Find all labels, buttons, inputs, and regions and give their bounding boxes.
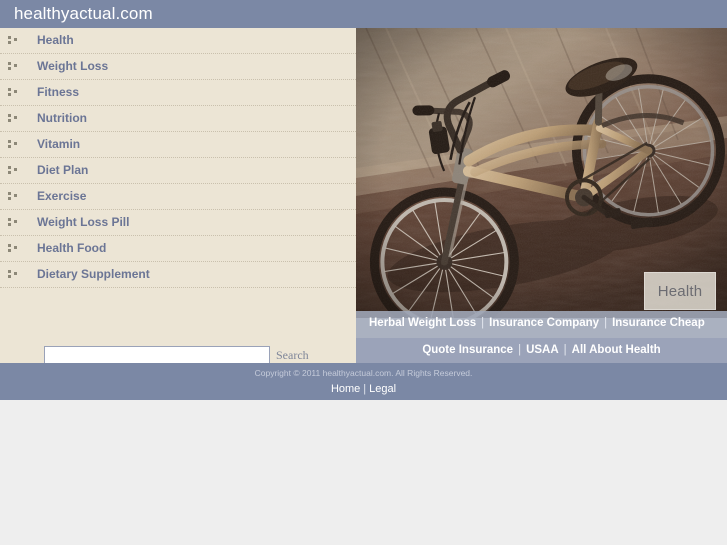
bullet-squares-icon bbox=[8, 88, 19, 97]
sidebar: Health Weight Loss Fitness Nutrition Vitamin… bbox=[0, 28, 356, 365]
sidebar-item-fitness[interactable]: Fitness bbox=[0, 80, 356, 106]
page-background-bottom bbox=[0, 400, 727, 545]
sidebar-item-label: Weight Loss bbox=[37, 59, 109, 73]
sidebar-nav-list: Health Weight Loss Fitness Nutrition Vitamin… bbox=[0, 28, 356, 288]
sidebar-item-dietary-supplement[interactable]: Dietary Supplement bbox=[0, 262, 356, 288]
bullet-squares-icon bbox=[8, 36, 19, 45]
sidebar-item-vitamin[interactable]: Vitamin bbox=[0, 132, 356, 158]
linkbar-bottom-links: Quote Insurance | USAA | All About Health bbox=[356, 344, 727, 356]
linkbar-bottom: Quote Insurance | USAA | All About Health bbox=[356, 338, 727, 363]
sidebar-item-diet-plan[interactable]: Diet Plan bbox=[0, 158, 356, 184]
sidebar-item-label: Dietary Supplement bbox=[37, 267, 150, 281]
footer-links: Home | Legal bbox=[0, 383, 727, 395]
photo-badge-label: Health bbox=[657, 283, 703, 300]
linkbar-top-separator: | bbox=[604, 317, 608, 329]
bullet-squares-icon bbox=[8, 140, 19, 149]
bullet-squares-icon bbox=[8, 244, 19, 253]
bullet-squares-icon bbox=[8, 114, 19, 123]
footer-link-home[interactable]: Home bbox=[331, 383, 360, 395]
footer-separator: | bbox=[363, 383, 367, 395]
sidebar-item-health[interactable]: Health bbox=[0, 28, 356, 54]
sidebar-search-row: Search bbox=[0, 316, 356, 365]
search-button[interactable]: Search bbox=[276, 348, 309, 363]
sidebar-item-exercise[interactable]: Exercise bbox=[0, 184, 356, 210]
linkbar-top-link-herbal-weight-loss[interactable]: Herbal Weight Loss bbox=[369, 317, 476, 329]
bullet-squares-icon bbox=[8, 166, 19, 175]
linkbar-top-separator: | bbox=[481, 317, 485, 329]
sidebar-item-nutrition[interactable]: Nutrition bbox=[0, 106, 356, 132]
sidebar-item-label: Exercise bbox=[37, 189, 87, 203]
sidebar-item-label: Health Food bbox=[37, 241, 107, 255]
photo-badge: Health bbox=[644, 272, 716, 310]
bullet-squares-icon bbox=[8, 192, 19, 201]
linkbar-top-links: Herbal Weight Loss | Insurance Company | Ins… bbox=[356, 317, 727, 329]
linkbar-bottom-link-quote-insurance[interactable]: Quote Insurance bbox=[422, 344, 513, 356]
copyright-text: Copyright © 2011 healthyactual.com. All … bbox=[254, 368, 473, 378]
linkbar-top-link-insurance-cheap[interactable]: Insurance Cheap bbox=[612, 317, 705, 329]
bullet-squares-icon bbox=[8, 218, 19, 227]
sidebar-item-label: Diet Plan bbox=[37, 163, 89, 177]
sidebar-item-weight-loss[interactable]: Weight Loss bbox=[0, 54, 356, 80]
body-wrap: Health Weight Loss Fitness Nutrition Vitamin… bbox=[0, 28, 727, 365]
linkbar-top-link-insurance-company[interactable]: Insurance Company bbox=[489, 317, 599, 329]
linkbar-bottom-separator: | bbox=[563, 344, 567, 356]
bullet-squares-icon bbox=[8, 270, 19, 279]
sidebar-item-weight-loss-pill[interactable]: Weight Loss Pill bbox=[0, 210, 356, 236]
bullet-squares-icon bbox=[8, 62, 19, 71]
hero-photo: Health bbox=[356, 28, 727, 318]
sidebar-item-label: Vitamin bbox=[37, 137, 81, 151]
footer-link-legal[interactable]: Legal bbox=[369, 383, 396, 395]
site-footer: Copyright © 2011 healthyactual.com. All … bbox=[0, 363, 727, 400]
sidebar-item-label: Health bbox=[37, 33, 74, 47]
sidebar-item-label: Nutrition bbox=[37, 111, 87, 125]
site-header: healthyactual.com bbox=[0, 0, 727, 28]
sidebar-item-label: Weight Loss Pill bbox=[37, 215, 130, 229]
linkbar-bottom-separator: | bbox=[518, 344, 522, 356]
linkbar-top: Herbal Weight Loss | Insurance Company | Ins… bbox=[356, 311, 727, 338]
content-area: Health Herbal Weight Loss | Insurance Comp… bbox=[356, 28, 727, 363]
sidebar-item-health-food[interactable]: Health Food bbox=[0, 236, 356, 262]
linkbar-bottom-link-usaa[interactable]: USAA bbox=[526, 344, 559, 356]
page-root: healthyactual.com Health Weight Loss Fitne… bbox=[0, 0, 727, 545]
sidebar-item-label: Fitness bbox=[37, 85, 80, 99]
linkbar-bottom-link-all-about-health[interactable]: All About Health bbox=[572, 344, 661, 356]
site-title: healthyactual.com bbox=[14, 4, 153, 23]
